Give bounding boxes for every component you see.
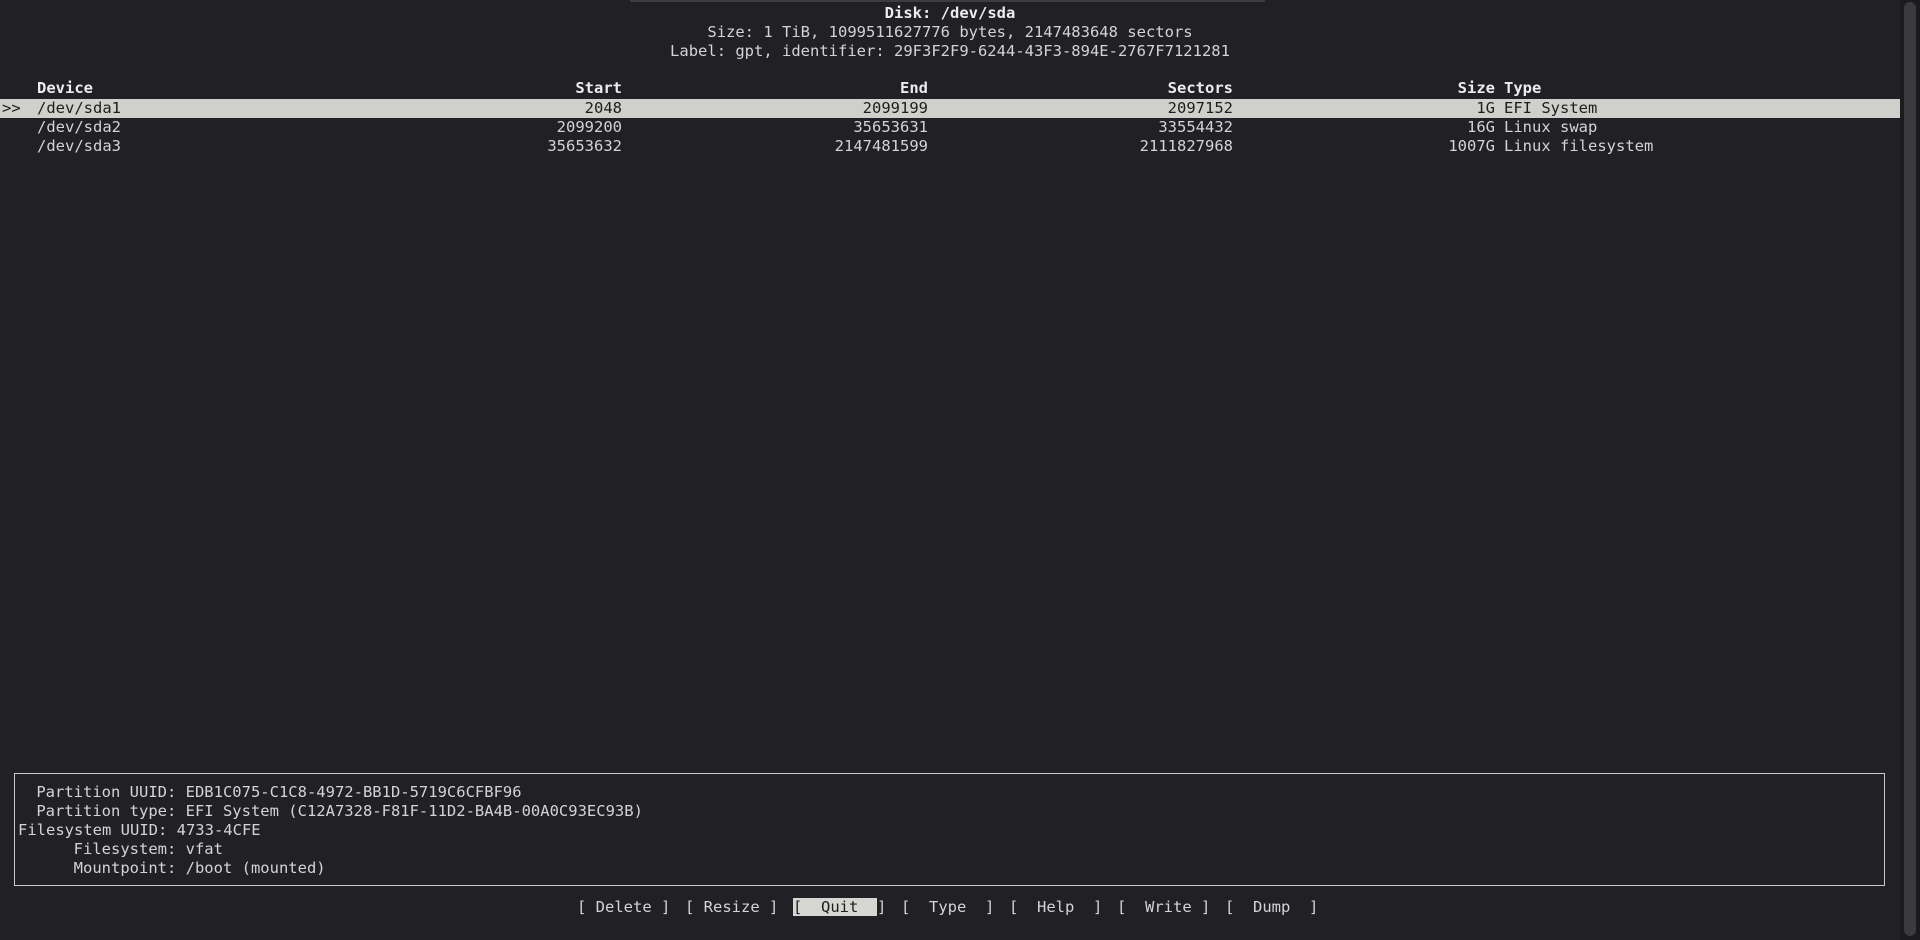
cell-end: 35653631 — [853, 118, 928, 136]
table-row[interactable]: /dev/sda3 35653632 2147481599 2111827968… — [0, 137, 1900, 156]
cell-end: 2099199 — [862, 99, 928, 117]
delete-button[interactable]: [ Delete ] — [577, 897, 670, 917]
vertical-scrollbar[interactable] — [1900, 0, 1920, 940]
top-tab-bar — [630, 0, 1265, 2]
row-cursor: >> — [2, 99, 21, 117]
cell-sectors: 33554432 — [1158, 118, 1233, 136]
cell-end: 2147481599 — [834, 137, 928, 155]
disk-label-line: Label: gpt, identifier: 29F3F2F9-6244-43… — [670, 42, 1230, 60]
info-filesystem-uuid: Filesystem UUID: 4733-4CFE — [18, 821, 261, 839]
dump-button[interactable]: [ Dump ] — [1225, 897, 1318, 917]
cell-size: 16G — [1467, 118, 1495, 136]
cell-start: 2048 — [584, 99, 622, 117]
info-partition-uuid: Partition UUID: EDB1C075-C1C8-4972-BB1D-… — [27, 783, 522, 801]
info-partition-type: Partition type: EFI System (C12A7328-F81… — [27, 802, 643, 820]
disk-size-line: Size: 1 TiB, 1099511627776 bytes, 214748… — [707, 23, 1193, 41]
table-header: Device Start End Sectors Size Type — [0, 79, 1900, 98]
cell-type: EFI System — [1504, 99, 1598, 117]
cell-type: Linux swap — [1504, 118, 1598, 136]
cell-start: 35653632 — [547, 137, 622, 155]
column-header-size: Size — [1457, 79, 1495, 97]
column-header-end: End — [900, 79, 928, 97]
quit-bracket-close: ] — [877, 898, 887, 916]
cell-sectors: 2097152 — [1167, 99, 1233, 117]
cell-type: Linux filesystem — [1504, 137, 1654, 155]
cell-start: 2099200 — [556, 118, 622, 136]
resize-button[interactable]: [ Resize ] — [685, 897, 778, 917]
column-header-sectors: Sectors — [1167, 79, 1233, 97]
cell-sectors: 2111827968 — [1139, 137, 1233, 155]
scrollbar-thumb[interactable] — [1904, 2, 1916, 936]
column-header-device: Device — [37, 79, 93, 97]
table-row[interactable]: /dev/sda2 2099200 35653631 33554432 16G … — [0, 118, 1900, 137]
info-filesystem: Filesystem: vfat — [27, 840, 223, 858]
cell-size: 1007G — [1448, 137, 1495, 155]
write-button[interactable]: [ Write ] — [1117, 897, 1210, 917]
column-header-type: Type — [1504, 79, 1542, 97]
terminal-screen: Disk: /dev/sda Size: 1 TiB, 109951162777… — [0, 0, 1900, 940]
info-mountpoint: Mountpoint: /boot (mounted) — [27, 859, 326, 877]
help-button[interactable]: [ Help ] — [1009, 897, 1102, 917]
table-row[interactable]: >> /dev/sda1 2048 2099199 2097152 1G EFI… — [0, 99, 1900, 118]
cell-device: /dev/sda3 — [37, 137, 121, 155]
partition-info-box: Partition UUID: EDB1C075-C1C8-4972-BB1D-… — [14, 773, 1885, 886]
quit-label: Quit — [802, 898, 877, 916]
disk-title: Disk: /dev/sda — [884, 4, 1016, 22]
quit-button[interactable]: [ Quit ] — [793, 897, 886, 917]
cell-device: /dev/sda1 — [37, 99, 121, 117]
cell-size: 1G — [1476, 99, 1495, 117]
type-button[interactable]: [ Type ] — [901, 897, 994, 917]
cell-device: /dev/sda2 — [37, 118, 121, 136]
quit-bracket-open: [ — [793, 898, 803, 916]
action-menu: [ Delete ] [ Resize ] [ Quit ] [ Type ] … — [0, 897, 1900, 917]
column-header-start: Start — [575, 79, 622, 97]
